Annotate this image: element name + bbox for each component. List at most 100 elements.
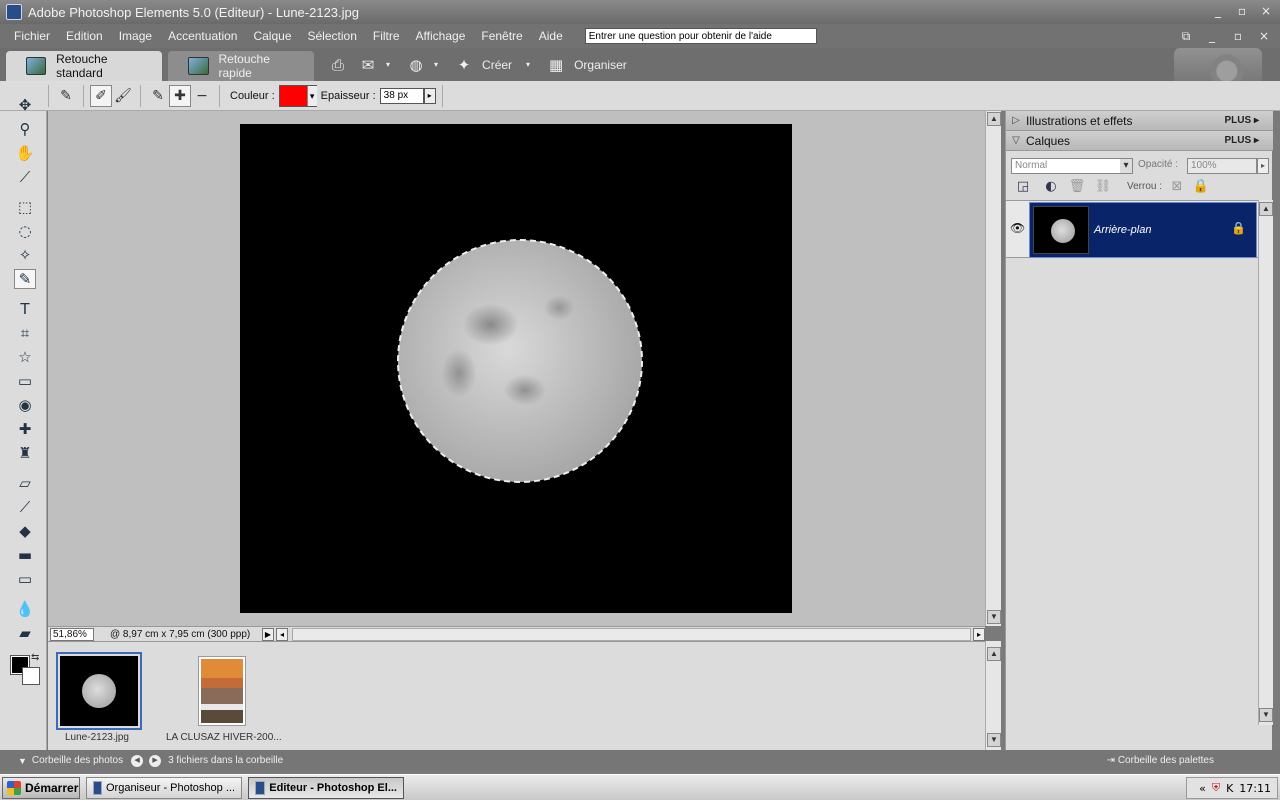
brush-tool-icon[interactable]: ⟋ [14,497,36,517]
adjustment-layer-icon[interactable]: ◐ [1042,179,1060,195]
scroll-left-icon[interactable]: ◂ [276,627,288,641]
task-organizer[interactable]: Organiseur - Photoshop ... [86,776,242,799]
eye-icon[interactable]: 👁 [1010,221,1025,235]
opacity-slider-arrow[interactable]: ▸ [1257,158,1269,174]
red-eye-tool-icon[interactable]: ◉ [14,395,36,415]
web-dropdown-icon[interactable]: ▾ [434,60,438,69]
palette-bin-toggle[interactable]: ⇥ Corbeille des palettes [1107,755,1214,766]
hand-tool-icon[interactable]: ✋ [14,143,36,163]
menu-aide[interactable]: Aide [531,29,571,43]
new-selection-icon[interactable]: ✎ [147,85,169,107]
layer-selected[interactable]: Arrière-plan 🔒 [1029,202,1257,258]
photo-bin-toggle-icon[interactable]: ▼ [18,756,27,766]
canvas-horizontal-scrollbar[interactable] [292,627,971,641]
moon-selection[interactable] [397,239,643,483]
share-icon[interactable]: ✉ [356,54,380,76]
color-swatch[interactable] [278,84,317,107]
tab-retouche-rapide[interactable]: Retouche rapide [168,51,314,81]
task-editor[interactable]: Editeur - Photoshop El... [248,776,404,799]
zoom-field[interactable]: 51,86% [50,627,94,641]
create-icon[interactable]: ✦ [452,54,476,76]
eraser-tool-icon[interactable]: ▱ [14,473,36,493]
collapse-triangle-icon[interactable]: ▽ [1006,135,1026,146]
opacity-field[interactable]: 100% [1187,158,1257,174]
organizer-grid-icon[interactable]: ▦ [544,54,568,76]
scroll-up-icon[interactable]: ▲ [987,112,1001,126]
menu-calque[interactable]: Calque [245,29,299,43]
swap-colors-icon[interactable]: ⇆ [31,652,39,663]
menu-image[interactable]: Image [111,29,160,43]
doc-restore-icon[interactable]: ⧉ [1178,28,1194,44]
menu-edition[interactable]: Edition [58,29,111,43]
next-photo-icon[interactable]: ▶ [149,754,162,767]
delete-layer-icon[interactable]: 🗑 [1068,179,1086,195]
close-button[interactable]: × [1258,3,1274,19]
canvas-vertical-scrollbar[interactable]: ▲ ▼ [985,111,1001,626]
selection-brush-tool-icon[interactable]: ✎ [14,269,36,289]
expand-triangle-icon[interactable]: ▷ [1006,115,1026,126]
doc-maximize-icon[interactable]: ▫ [1230,28,1246,44]
menu-accentuation[interactable]: Accentuation [160,29,245,43]
scroll-down-icon[interactable]: ▼ [987,733,1001,747]
doc-close-icon[interactable]: × [1256,28,1272,44]
previous-photo-icon[interactable]: ◀ [131,754,144,767]
crop-tool-icon[interactable]: ⌗ [14,323,36,343]
scroll-down-icon[interactable]: ▼ [1259,708,1273,722]
layers-more-button[interactable]: PLUS ▸ [1225,135,1259,146]
create-button[interactable]: Créer [482,58,512,72]
photo-bin-label[interactable]: Corbeille des photos [32,755,123,766]
add-selection-icon[interactable]: ✚ [169,84,191,107]
straighten-tool-icon[interactable]: ▭ [14,371,36,391]
size-field[interactable] [379,87,424,104]
healing-brush-tool-icon[interactable]: ✚ [14,419,36,439]
scroll-right-icon[interactable]: ▸ [973,627,985,641]
layers-scrollbar[interactable]: ▲ ▼ [1258,200,1273,725]
photo-bin-scrollbar[interactable]: ▲ ▼ [985,641,1001,750]
share-dropdown-icon[interactable]: ▾ [386,60,390,69]
lock-all-icon[interactable]: 🔒 [1192,179,1210,195]
create-dropdown-icon[interactable]: ▾ [526,60,530,69]
layers-palette-header[interactable]: ▽ Calques PLUS ▸ [1006,131,1273,151]
sponge-tool-icon[interactable]: ▰ [14,623,36,643]
menu-selection[interactable]: Sélection [300,29,365,43]
lock-transparency-icon[interactable]: ⊠ [1168,179,1186,195]
help-search-input[interactable] [584,28,817,44]
zoom-tool-icon[interactable]: ⚲ [14,119,36,139]
doc-minimize-icon[interactable]: _ [1204,28,1220,44]
minimize-button[interactable]: _ [1210,3,1226,19]
clock[interactable]: 17:11 [1239,782,1271,795]
cookie-cutter-tool-icon[interactable]: ☆ [14,347,36,367]
blend-mode-select[interactable]: Normal [1011,158,1133,174]
link-layer-icon[interactable]: ⛓ [1094,179,1112,195]
menu-affichage[interactable]: Affichage [408,29,474,43]
canvas-area[interactable] [48,111,985,626]
pencil-preset-icon[interactable]: ✎ [55,85,77,107]
keyboard-icon[interactable]: K [1226,782,1233,795]
menu-filtre[interactable]: Filtre [365,29,408,43]
tray-expand-icon[interactable]: « [1199,782,1206,795]
info-menu-arrow[interactable]: ▶ [262,627,274,641]
start-button[interactable]: Démarrer [2,776,80,799]
effects-palette-header[interactable]: ▷ Illustrations et effets PLUS ▸ [1006,111,1273,131]
lasso-tool-icon[interactable]: ◌ [14,221,36,241]
photo-thumb-lune[interactable] [56,652,142,730]
move-tool-icon[interactable]: ✥ [14,95,36,115]
type-tool-icon[interactable]: T [14,299,36,319]
background-color-swatch[interactable] [22,667,40,685]
magic-wand-tool-icon[interactable]: ✧ [14,245,36,265]
draw-mode-icon[interactable]: ✐ [90,84,112,107]
paint-bucket-tool-icon[interactable]: ◆ [14,521,36,541]
brush-mode-icon[interactable]: 🖌 [112,85,134,107]
eyedropper-tool-icon[interactable]: ⟋ [14,167,36,187]
new-layer-icon[interactable]: ◲ [1014,179,1032,195]
marquee-tool-icon[interactable]: ⬚ [14,197,36,217]
clone-stamp-tool-icon[interactable]: ♜ [14,443,36,463]
subtract-selection-icon[interactable]: − [191,85,213,107]
menu-fichier[interactable]: Fichier [6,29,58,43]
blur-tool-icon[interactable]: 💧 [14,599,36,619]
photo-thumb-clusaz[interactable] [179,652,265,730]
document-image[interactable] [240,124,792,613]
scroll-up-icon[interactable]: ▲ [1259,202,1273,216]
scroll-up-icon[interactable]: ▲ [987,647,1001,661]
effects-more-button[interactable]: PLUS ▸ [1225,115,1259,126]
